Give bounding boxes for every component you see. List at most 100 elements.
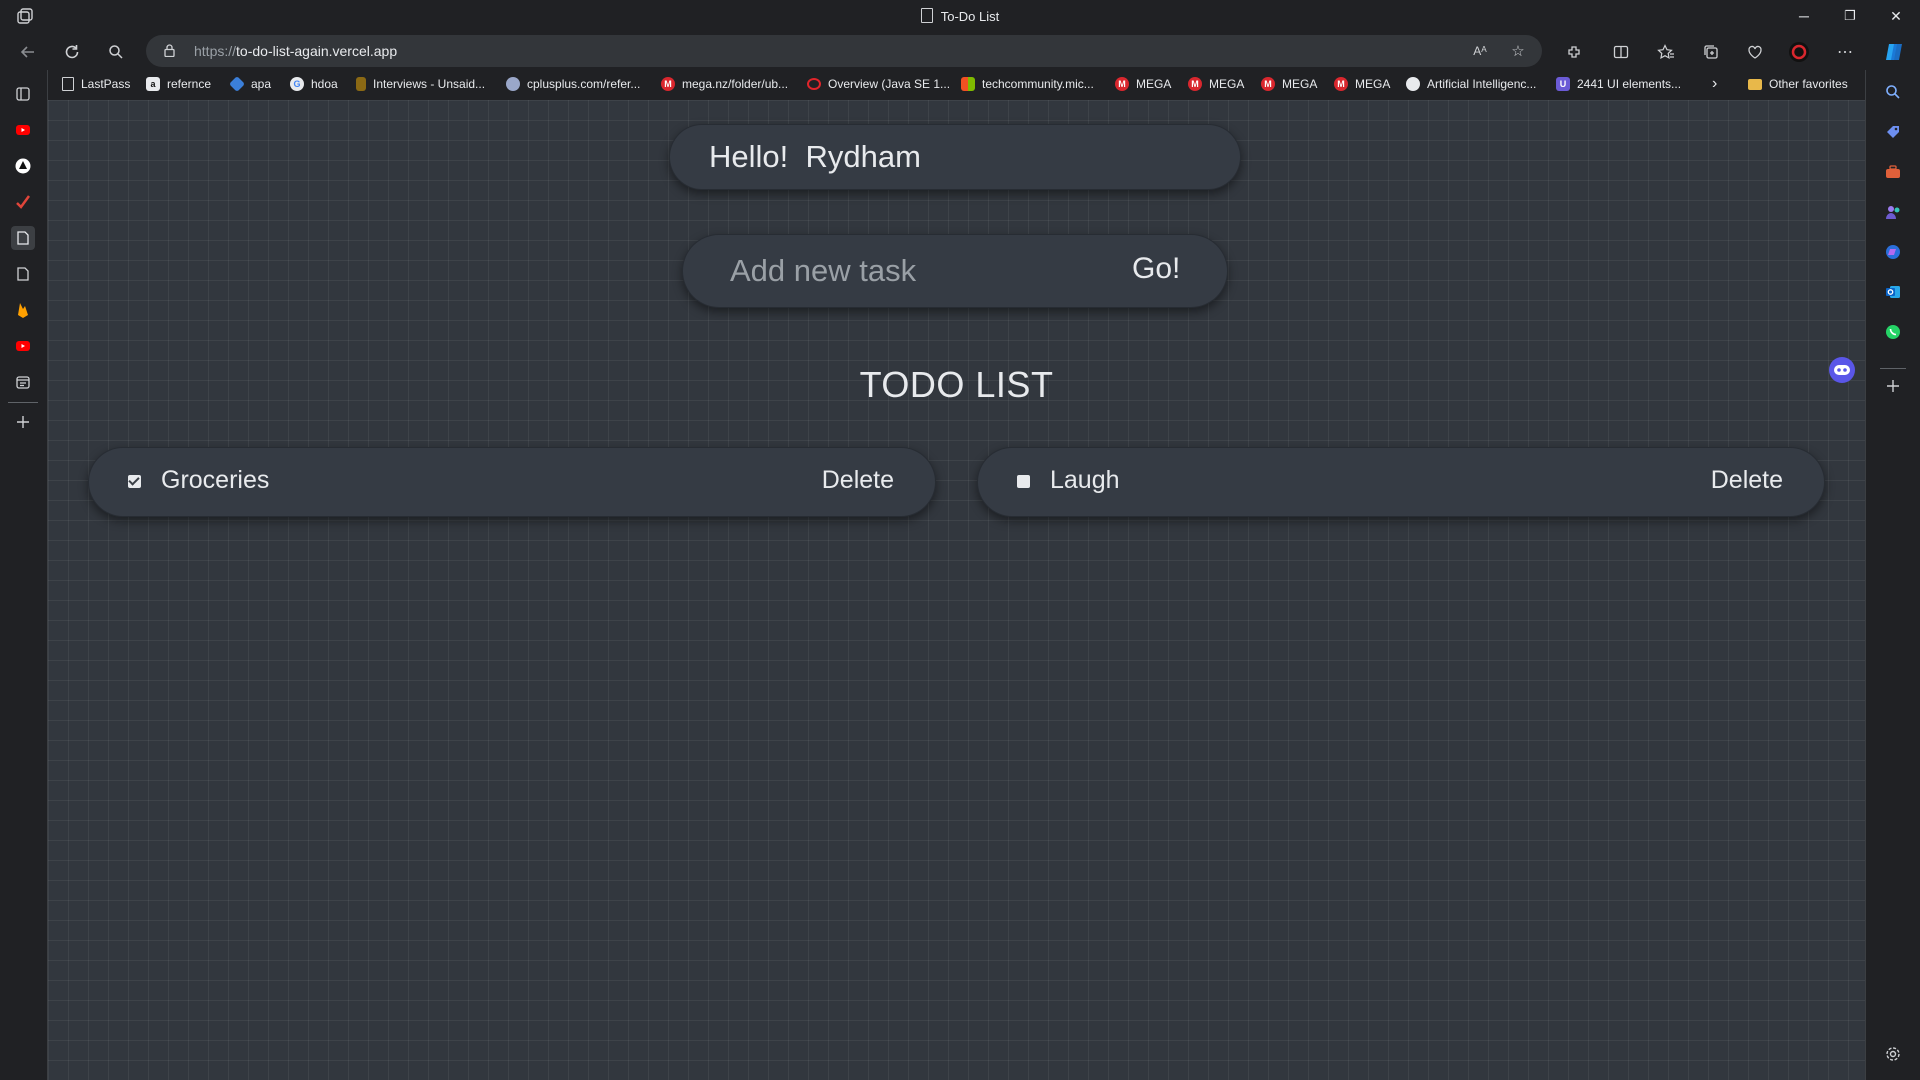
add-sidebar-app-icon[interactable] xyxy=(1883,376,1903,396)
bookmark-ui-elements[interactable]: U 2441 UI elements... xyxy=(1556,75,1681,93)
bookmark-mega-3[interactable]: M MEGA xyxy=(1261,75,1317,93)
bookmarks-more-button[interactable]: › xyxy=(1712,75,1717,93)
bookmark-label: mega.nz/folder/ub... xyxy=(682,77,789,91)
browser-essentials-icon[interactable] xyxy=(1744,41,1766,63)
delete-button[interactable]: Delete xyxy=(822,466,894,495)
refresh-button[interactable] xyxy=(58,38,86,66)
mega-icon: M xyxy=(661,77,675,91)
page-tab-icon[interactable] xyxy=(11,262,35,286)
close-button[interactable]: ✕ xyxy=(1873,0,1919,32)
favorites-icon[interactable] xyxy=(1655,41,1677,63)
amazon-icon: a xyxy=(146,77,160,91)
tools-briefcase-icon[interactable] xyxy=(1883,162,1903,182)
bookmark-label: 2441 UI elements... xyxy=(1577,77,1682,91)
delete-button[interactable]: Delete xyxy=(1711,466,1783,495)
page-icon xyxy=(62,77,74,91)
uiverse-icon: U xyxy=(1556,77,1570,91)
bookmark-interviews[interactable]: Interviews - Unsaid... xyxy=(356,75,485,93)
todo-checkbox[interactable] xyxy=(128,475,141,488)
sidebar-search-icon[interactable] xyxy=(1883,82,1903,102)
restore-button[interactable]: ❐ xyxy=(1827,0,1873,32)
mega-icon: M xyxy=(1115,77,1129,91)
edge-icon xyxy=(229,76,245,92)
tab-actions-icon[interactable] xyxy=(11,82,35,106)
assistant-bot-icon[interactable] xyxy=(1829,357,1855,383)
lock-icon[interactable] xyxy=(164,44,175,57)
todo-text: Laugh xyxy=(1050,466,1120,494)
new-tab-plus-icon[interactable] xyxy=(11,410,35,434)
todo-checkbox[interactable] xyxy=(1017,475,1030,488)
bookmark-label: Overview (Java SE 1... xyxy=(828,77,951,91)
go-button[interactable]: Go! xyxy=(1132,252,1180,286)
bookmarks-bar: LastPass a refernce apa Ghdoa Interviews … xyxy=(48,70,1880,98)
collections-icon[interactable] xyxy=(1700,41,1722,63)
bookmark-label: apa xyxy=(251,77,272,91)
whatsapp-icon[interactable] xyxy=(1883,322,1903,342)
split-screen-icon[interactable] xyxy=(1610,41,1632,63)
more-menu-icon[interactable]: ⋯ xyxy=(1834,41,1856,63)
greeting-card: Hello! Rydham xyxy=(669,124,1241,190)
todo-item: Laugh Delete xyxy=(977,447,1825,517)
minimize-button[interactable]: ─ xyxy=(1781,0,1827,32)
bookmark-mega-1[interactable]: M MEGA xyxy=(1115,75,1171,93)
vertical-tabs xyxy=(0,70,48,1080)
url-protocol: https:// xyxy=(194,43,237,59)
copilot-sidebar-icon[interactable] xyxy=(1883,242,1903,262)
extensions-icon[interactable] xyxy=(1563,41,1585,63)
bookmark-label: cplusplus.com/refer... xyxy=(527,77,641,91)
youtube-tab-icon[interactable] xyxy=(11,118,35,142)
address-bar[interactable]: https://to-do-list-again.vercel.app Aᴬ ☆ xyxy=(146,35,1542,67)
profile-avatar-icon[interactable] xyxy=(1788,41,1810,63)
bookmark-label: Interviews - Unsaid... xyxy=(373,77,486,91)
oracle-icon xyxy=(807,78,821,90)
mega-icon: M xyxy=(1261,77,1275,91)
back-button[interactable] xyxy=(14,38,42,66)
url-text[interactable]: https://to-do-list-again.vercel.app xyxy=(194,43,397,59)
mega-icon: M xyxy=(1188,77,1202,91)
bookmark-label: techcommunity.mic... xyxy=(982,77,1094,91)
bookmark-label: MEGA xyxy=(1282,77,1318,91)
bookmark-label: refernce xyxy=(167,77,212,91)
outlook-icon[interactable] xyxy=(1883,282,1903,302)
bookmark-cplusplus[interactable]: cplusplus.com/refer... xyxy=(506,75,640,93)
bookmark-hdoa[interactable]: Ghdoa xyxy=(290,75,338,93)
bookmark-label: LastPass xyxy=(81,77,131,91)
page-viewport: Hello! Rydham Go! TODO LIST Groceries De… xyxy=(48,100,1865,1080)
bookmark-mega-2[interactable]: M MEGA xyxy=(1188,75,1244,93)
firebase-tab-icon[interactable] xyxy=(11,298,35,322)
bookmark-ai[interactable]: Artificial Intelligenc... xyxy=(1406,75,1536,93)
bookmark-mega-folder[interactable]: Mmega.nz/folder/ub... xyxy=(661,75,788,93)
bookmark-mega-4[interactable]: M MEGA xyxy=(1334,75,1390,93)
read-aloud-icon[interactable]: Aᴬ xyxy=(1470,41,1490,61)
calendar-tab-icon[interactable] xyxy=(11,370,35,394)
bookmark-java-overview[interactable]: Overview (Java SE 1... xyxy=(807,75,950,93)
todo-item: Groceries Delete xyxy=(88,447,936,517)
task-input[interactable] xyxy=(728,250,1062,292)
bookmark-icon xyxy=(356,77,366,91)
mega-icon: M xyxy=(1334,77,1348,91)
bookmark-lastpass[interactable]: LastPass xyxy=(62,75,130,93)
url-host: to-do-list-again.vercel.app xyxy=(236,43,398,59)
bookmark-apa[interactable]: apa xyxy=(229,75,272,93)
bookmark-label: MEGA xyxy=(1209,77,1245,91)
other-favorites-button[interactable]: Other favorites xyxy=(1748,75,1848,93)
todo-check-tab-icon[interactable] xyxy=(11,190,35,214)
bookmark-refernce[interactable]: a refernce xyxy=(146,75,211,93)
other-favorites-label: Other favorites xyxy=(1769,77,1848,91)
youtube-tab-icon-2[interactable] xyxy=(11,334,35,358)
shopping-tag-icon[interactable] xyxy=(1883,122,1903,142)
greeting-text: Hello! Rydham xyxy=(709,139,921,174)
google-icon: G xyxy=(290,77,304,91)
todo-list-heading: TODO LIST xyxy=(859,364,1054,405)
notion-tab-icon[interactable] xyxy=(11,154,35,178)
copilot-icon[interactable] xyxy=(1883,41,1905,63)
search-button[interactable] xyxy=(102,38,130,66)
bookmark-techcommunity[interactable]: techcommunity.mic... xyxy=(961,75,1094,93)
tabs-divider xyxy=(8,402,38,403)
active-page-tab-icon[interactable] xyxy=(11,226,35,250)
navigation-bar: https://to-do-list-again.vercel.app Aᴬ ☆… xyxy=(0,32,1920,70)
sidebar-settings-gear-icon[interactable] xyxy=(1883,1044,1903,1064)
refresh-icon xyxy=(65,45,79,59)
favorite-star-icon[interactable]: ☆ xyxy=(1508,41,1528,61)
games-icon[interactable] xyxy=(1883,202,1903,222)
